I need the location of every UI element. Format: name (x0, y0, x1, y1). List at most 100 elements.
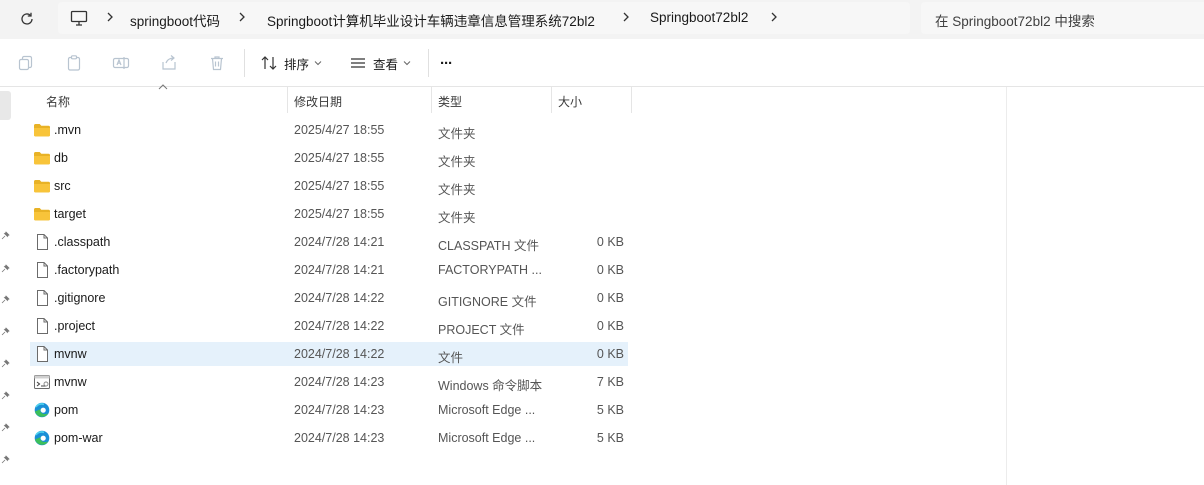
file-modified-date: 2024/7/28 14:22 (294, 291, 385, 305)
paste-icon (67, 55, 81, 71)
pin-icon[interactable] (1, 391, 10, 400)
file-name: pom-war (54, 431, 103, 445)
more-options-button[interactable]: ··· (440, 51, 453, 75)
file-row[interactable]: mvnw 2024/7/28 14:23 Windows 命令脚本 7 KB (30, 370, 628, 394)
breadcrumb-item[interactable]: Springboot计算机毕业设计车辆违章信息管理系统72bl2 (267, 10, 595, 30)
column-divider[interactable] (631, 87, 632, 113)
file-icon (33, 234, 51, 250)
file-row[interactable]: pom 2024/7/28 14:23 Microsoft Edge ... 5 KB (30, 398, 628, 422)
file-modified-date: 2024/7/28 14:22 (294, 347, 385, 361)
toolbar-divider (244, 49, 245, 77)
file-size: 0 KB (596, 235, 624, 249)
column-header-label: 名称 (46, 95, 71, 109)
column-header-modified[interactable]: 修改日期 (288, 87, 431, 113)
paste-button[interactable] (62, 51, 86, 75)
file-icon (33, 318, 51, 334)
file-row[interactable]: .gitignore 2024/7/28 14:22 GITIGNORE 文件 0 K… (30, 286, 628, 310)
chevron-right-icon[interactable] (236, 9, 248, 25)
file-type: PROJECT 文件 (438, 323, 525, 337)
file-name: pom (54, 403, 79, 417)
pin-icon[interactable] (1, 264, 10, 273)
file-modified-date: 2025/4/27 18:55 (294, 207, 385, 221)
file-icon (33, 346, 51, 362)
trash-icon (211, 56, 223, 71)
rename-button[interactable] (109, 51, 133, 75)
share-button[interactable] (157, 51, 181, 75)
file-name: .project (54, 319, 95, 333)
file-modified-date: 2025/4/27 18:55 (294, 123, 385, 137)
chevron-right-icon[interactable] (768, 9, 780, 25)
search-box[interactable]: 在 Springboot72bl2 中搜索 (921, 2, 1204, 34)
folder-icon (33, 178, 51, 194)
sort-button[interactable]: 排序 (260, 51, 322, 75)
delete-button[interactable] (205, 51, 229, 75)
column-header-label: 大小 (558, 95, 583, 109)
file-name: target (54, 207, 86, 221)
refresh-icon (21, 12, 33, 25)
pin-icon[interactable] (1, 423, 10, 432)
pin-icon[interactable] (1, 359, 10, 368)
search-input[interactable]: 在 Springboot72bl2 中搜索 (935, 10, 1095, 30)
column-header-type[interactable]: 类型 (432, 87, 551, 113)
more-icon: ··· (440, 54, 453, 72)
file-row[interactable]: src 2025/4/27 18:55 文件夹 (30, 174, 628, 198)
pin-icon[interactable] (1, 327, 10, 336)
pin-icon[interactable] (1, 455, 10, 464)
pin-icon[interactable] (1, 295, 10, 304)
file-modified-date: 2024/7/28 14:23 (294, 375, 385, 389)
file-icon (33, 262, 51, 278)
file-type: Windows 命令脚本 (438, 379, 543, 393)
file-size: 5 KB (596, 431, 624, 445)
file-type: 文件夹 (438, 155, 476, 169)
sort-label: 排序 (284, 57, 310, 72)
breadcrumb[interactable]: springboot代码 Springboot计算机毕业设计车辆违章信息管理系统… (58, 2, 910, 34)
file-row[interactable]: .classpath 2024/7/28 14:21 CLASSPATH 文件 0 K… (30, 230, 628, 254)
file-type: Microsoft Edge ... (438, 403, 536, 417)
chevron-right-icon[interactable] (620, 9, 632, 25)
navigation-scrollbar-thumb[interactable] (0, 91, 11, 120)
file-row[interactable]: .mvn 2025/4/27 18:55 文件夹 (30, 118, 628, 142)
view-button[interactable]: 查看 (349, 51, 411, 75)
column-header-name[interactable]: 名称 (40, 87, 286, 113)
file-name: mvnw (54, 347, 87, 361)
this-pc-icon[interactable] (69, 8, 89, 28)
script-icon (33, 374, 51, 390)
breadcrumb-item[interactable]: Springboot72bl2 (650, 10, 748, 25)
pin-icon[interactable] (1, 231, 10, 240)
file-row[interactable]: pom-war 2024/7/28 14:23 Microsoft Edge ...… (30, 426, 628, 450)
file-name: .gitignore (54, 291, 106, 305)
file-row[interactable]: db 2025/4/27 18:55 文件夹 (30, 146, 628, 170)
file-size: 0 KB (596, 347, 624, 361)
file-type: CLASSPATH 文件 (438, 239, 539, 253)
file-row[interactable]: target 2025/4/27 18:55 文件夹 (30, 202, 628, 226)
view-label: 查看 (373, 57, 399, 72)
folder-icon (33, 122, 51, 138)
breadcrumb-item[interactable]: springboot代码 (130, 10, 220, 30)
file-type: 文件夹 (438, 183, 476, 197)
file-row[interactable]: .project 2024/7/28 14:22 PROJECT 文件 0 KB (30, 314, 628, 338)
column-header-size[interactable]: 大小 (552, 87, 631, 113)
chevron-down-icon (314, 61, 322, 66)
chevron-down-icon (403, 61, 411, 66)
edge-icon (33, 402, 51, 418)
file-size: 7 KB (596, 375, 624, 389)
address-bar: springboot代码 Springboot计算机毕业设计车辆违章信息管理系统… (0, 0, 1204, 39)
file-modified-date: 2024/7/28 14:21 (294, 235, 385, 249)
file-row[interactable]: .factorypath 2024/7/28 14:21 FACTORYPATH .… (30, 258, 628, 282)
copy-button[interactable] (14, 51, 38, 75)
file-name: src (54, 179, 71, 193)
file-name: db (54, 151, 68, 165)
file-size: 0 KB (596, 319, 624, 333)
folder-icon (33, 206, 51, 222)
file-size: 0 KB (596, 263, 624, 277)
file-modified-date: 2024/7/28 14:23 (294, 431, 385, 445)
chevron-right-icon[interactable] (104, 9, 116, 25)
file-row[interactable]: mvnw 2024/7/28 14:22 文件 0 KB (30, 342, 628, 366)
file-name: .classpath (54, 235, 111, 249)
view-list-icon (351, 58, 365, 68)
refresh-button[interactable] (12, 5, 42, 33)
command-bar: 排序 查看 ··· (0, 39, 1204, 87)
file-type: Microsoft Edge ... (438, 431, 536, 445)
file-name: .mvn (54, 123, 82, 137)
file-modified-date: 2025/4/27 18:55 (294, 179, 385, 193)
